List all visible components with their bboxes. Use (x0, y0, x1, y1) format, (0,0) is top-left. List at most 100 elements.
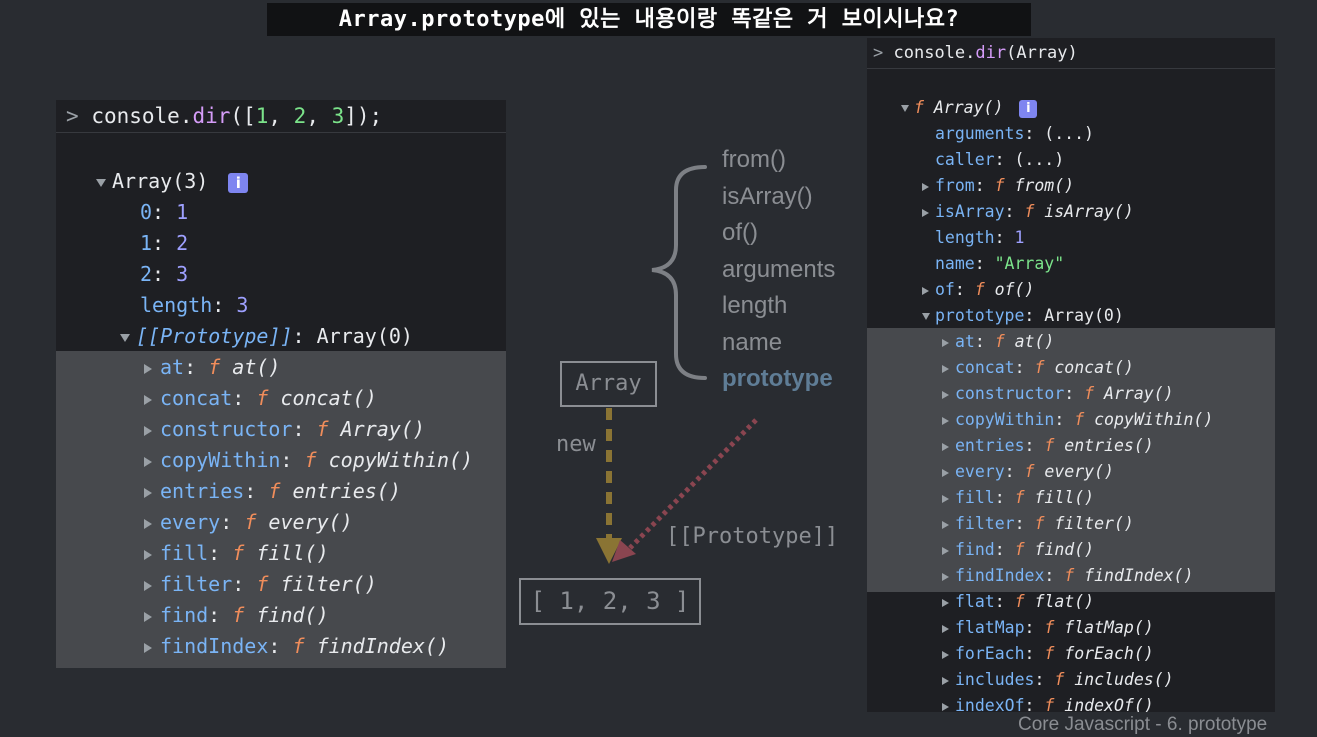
prototype-row[interactable]: prototype: Array(0) (922, 306, 1124, 325)
method-row[interactable]: find: f find() (942, 540, 1094, 559)
new-label: new (556, 432, 596, 457)
method-key: filter (160, 572, 233, 596)
method-key: entries (955, 436, 1025, 455)
isarray-row[interactable]: isArray: f isArray() (922, 202, 1134, 221)
method-value: fill() (1034, 488, 1095, 507)
curly-brace (651, 165, 707, 380)
method-row[interactable]: entries: f entries() (144, 479, 401, 503)
method-row[interactable]: constructor: f Array() (144, 417, 425, 441)
array-fn-root-row[interactable]: f Array() i (901, 98, 1038, 118)
expand-triangle-icon[interactable] (901, 105, 909, 112)
function-symbol: f (1034, 358, 1045, 377)
prototype-row[interactable]: [[Prototype]]: Array(0) (120, 324, 413, 348)
expand-triangle-icon[interactable] (942, 390, 949, 399)
expand-triangle-icon[interactable] (942, 650, 949, 659)
proto-arrow-head (612, 540, 636, 562)
command-close: ]); (344, 104, 383, 128)
function-symbol: f (208, 355, 221, 379)
method-key: copyWithin (160, 448, 281, 472)
prototype-key: [[Prototype]] (136, 324, 293, 348)
array-root-row[interactable]: Array(3) i (96, 169, 249, 193)
expand-triangle-icon[interactable] (942, 364, 949, 373)
expand-triangle-icon[interactable] (942, 624, 949, 633)
expand-triangle-icon[interactable] (144, 518, 152, 529)
method-value: concat() (1054, 358, 1134, 377)
method-row[interactable]: find: f find() (144, 603, 329, 627)
method-key: fill (160, 541, 209, 565)
of-row[interactable]: of: f of() (922, 280, 1034, 299)
method-row[interactable]: forEach: f forEach() (942, 644, 1154, 663)
method-row[interactable]: filter: f filter() (144, 572, 377, 596)
function-symbol: f (1064, 566, 1075, 585)
root-label: Array() (933, 98, 1004, 117)
expand-triangle-icon[interactable] (144, 580, 152, 591)
function-symbol: f (1044, 436, 1055, 455)
function-symbol: f (232, 541, 245, 565)
function-symbol: f (316, 417, 329, 441)
method-row[interactable]: concat: f concat() (942, 358, 1134, 377)
method-value: at() (232, 355, 281, 379)
method-row[interactable]: indexOf: f indexOf() (942, 696, 1154, 712)
expand-triangle-icon[interactable] (942, 338, 949, 347)
expand-triangle-icon[interactable] (96, 178, 106, 187)
method-row[interactable]: concat: f concat() (144, 386, 377, 410)
expand-triangle-icon[interactable] (942, 676, 949, 685)
method-row[interactable]: filter: f filter() (942, 514, 1134, 533)
method-value: copyWithin() (328, 448, 474, 472)
method-value: find() (1034, 540, 1095, 559)
function-symbol: f (1014, 540, 1025, 559)
method-row[interactable]: flatMap: f flatMap() (942, 618, 1154, 637)
info-icon[interactable]: i (228, 172, 249, 193)
expand-triangle-icon[interactable] (144, 611, 152, 622)
footer-course-title: Core Javascript - 6. prototype (1018, 714, 1268, 735)
command-arg-3: 3 (331, 104, 345, 128)
expand-triangle-icon[interactable] (942, 494, 949, 503)
expand-triangle-icon[interactable] (144, 642, 152, 653)
method-value: find() (256, 603, 329, 627)
method-row[interactable]: copyWithin: f copyWithin() (144, 448, 473, 472)
array-item-row: 2: 3 (140, 262, 189, 286)
function-symbol: f (256, 386, 269, 410)
method-row[interactable]: flat: f flat() (942, 592, 1094, 611)
method-row[interactable]: at: f at() (942, 332, 1054, 351)
expand-triangle-icon[interactable] (942, 442, 949, 451)
expand-triangle-icon[interactable] (144, 425, 152, 436)
expand-triangle-icon[interactable] (144, 394, 152, 405)
function-symbol: f (1074, 410, 1085, 429)
caller-row: caller: (...) (935, 150, 1065, 169)
info-icon[interactable]: i (1019, 99, 1038, 118)
method-row[interactable]: every: f every() (942, 462, 1114, 481)
expand-triangle-icon[interactable] (120, 333, 130, 342)
method-value: indexOf() (1064, 696, 1154, 712)
expand-triangle-icon[interactable] (144, 549, 152, 560)
method-row[interactable]: includes: f includes() (942, 670, 1174, 689)
method-row[interactable]: fill: f fill() (144, 541, 329, 565)
expand-triangle-icon[interactable] (942, 572, 949, 581)
static-member-label: prototype (722, 365, 833, 392)
method-row[interactable]: findIndex: f findIndex() (942, 566, 1193, 585)
expand-triangle-icon[interactable] (942, 598, 949, 607)
from-row[interactable]: from: f from() (922, 176, 1074, 195)
expand-triangle-icon[interactable] (942, 468, 949, 477)
prompt-chevron-icon: > (873, 43, 884, 63)
method-row[interactable]: at: f at() (144, 355, 280, 379)
expand-triangle-icon[interactable] (942, 702, 949, 711)
expand-triangle-icon[interactable] (144, 456, 152, 467)
expand-triangle-icon[interactable] (144, 363, 152, 374)
expand-triangle-icon[interactable] (942, 546, 949, 555)
method-key: entries (160, 479, 245, 503)
expand-triangle-icon[interactable] (942, 416, 949, 425)
method-row[interactable]: entries: f entries() (942, 436, 1154, 455)
method-row[interactable]: constructor: f Array() (942, 384, 1174, 403)
function-symbol: f (1014, 592, 1025, 611)
method-row[interactable]: copyWithin: f copyWithin() (942, 410, 1213, 429)
method-value: findIndex() (316, 634, 450, 658)
method-row[interactable]: fill: f fill() (942, 488, 1094, 507)
expand-triangle-icon[interactable] (144, 487, 152, 498)
static-member-label: of() (722, 219, 758, 246)
method-row[interactable]: findIndex: f findIndex() (144, 634, 449, 658)
method-row[interactable]: every: f every() (144, 510, 353, 534)
expand-triangle-icon[interactable] (942, 520, 949, 529)
prototype-value: Array(0) (316, 324, 413, 348)
method-value: every() (268, 510, 353, 534)
